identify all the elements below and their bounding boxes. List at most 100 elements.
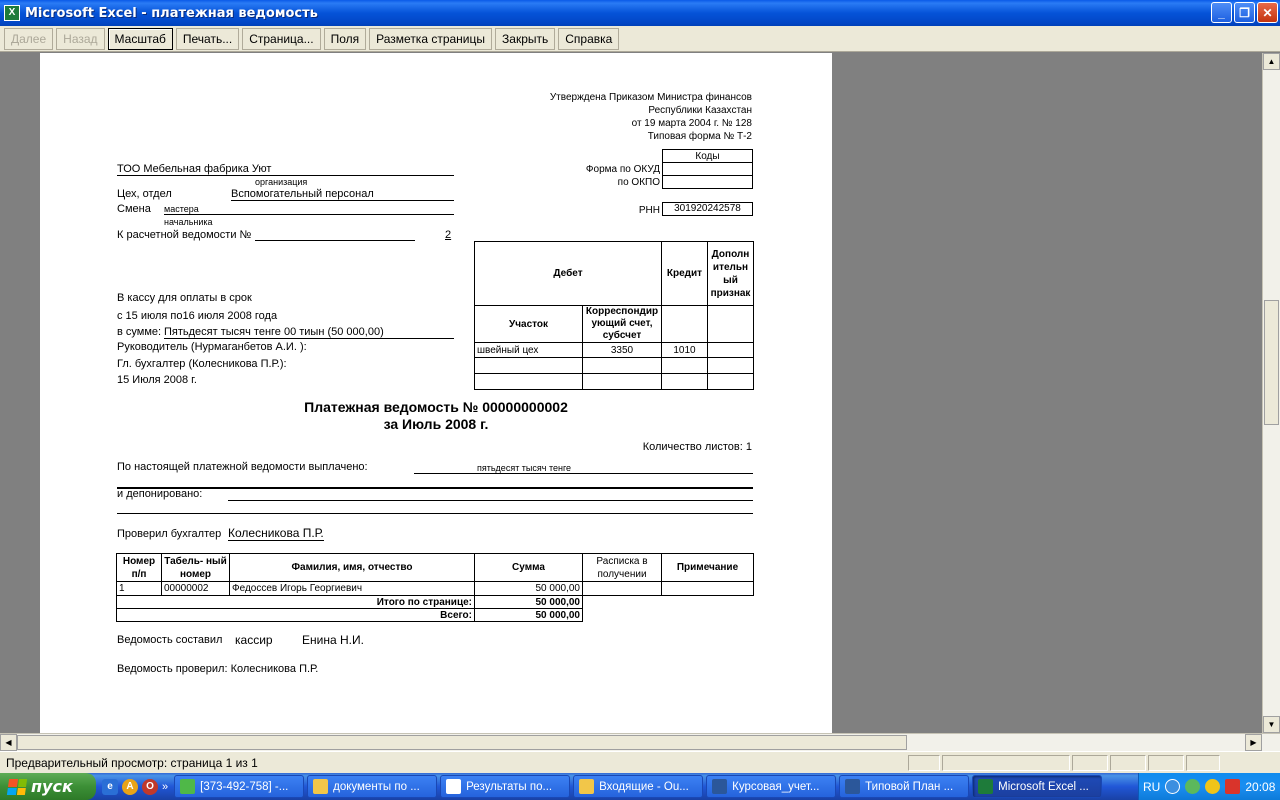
preview-area: Утверждена Приказом Министра финансов Ре…	[0, 53, 1262, 733]
section-value: швейный цех	[474, 342, 583, 358]
head-label: Руководитель (Нурмаганбетов А.И. ):	[117, 341, 307, 353]
task-app-icon	[579, 779, 595, 794]
credit-sub-cell	[661, 305, 708, 343]
doc-title-line1: Платежная ведомость № 00000000002	[304, 399, 568, 415]
task-app-icon	[180, 779, 196, 794]
composed-role: кассир	[235, 633, 273, 647]
deposited-label: и депонировано:	[117, 488, 203, 500]
status-text: Предварительный просмотр: страница 1 из …	[6, 755, 258, 770]
taskbar-button[interactable]: документы по ...	[307, 775, 438, 798]
scroll-down-arrow-icon[interactable]: ▼	[1263, 716, 1280, 733]
period: с 15 июля по16 июля 2008 года	[117, 310, 278, 322]
checked-value: Колесникова П.Р.	[228, 526, 324, 541]
print-button[interactable]: Печать...	[175, 27, 240, 50]
codes-table: Коды	[662, 149, 753, 189]
task-app-icon	[446, 779, 462, 794]
windows-logo-icon	[6, 778, 28, 795]
task-app-icon	[313, 779, 329, 794]
okpo-cell	[662, 175, 753, 189]
antivirus-icon[interactable]	[1225, 779, 1241, 794]
close-window-button[interactable]: ✕	[1257, 2, 1278, 23]
doc-date: 15 Июля 2008 г.	[117, 374, 197, 386]
org-caption: организация	[255, 177, 308, 187]
quick-launch: e A O »	[96, 773, 174, 800]
rnn-label: РНН	[638, 205, 660, 216]
approval-block: Утверждена Приказом Министра финансов Ре…	[550, 91, 752, 143]
task-app-icon	[845, 779, 861, 794]
scroll-right-arrow-icon[interactable]: ▶	[1245, 734, 1262, 751]
page-break-preview-button[interactable]: Разметка страницы	[369, 27, 493, 50]
okud-cell	[662, 162, 753, 176]
taskbar-button[interactable]: Курсовая_учет...	[706, 775, 837, 798]
start-button[interactable]: пуск	[0, 773, 96, 800]
col-header: Примечание	[661, 553, 754, 582]
task-label: документы по ...	[333, 780, 420, 793]
rule	[228, 500, 753, 501]
col-header: Сумма	[474, 553, 583, 582]
scroll-left-arrow-icon[interactable]: ◀	[0, 734, 17, 751]
zoom-button[interactable]: Масштаб	[107, 27, 173, 50]
horizontal-scroll-thumb[interactable]	[17, 735, 907, 750]
language-indicator[interactable]: RU	[1143, 780, 1160, 794]
help-button[interactable]: Справка	[558, 27, 620, 50]
taskbar-button[interactable]: Результаты по...	[440, 775, 571, 798]
page-total-value: 50 000,00	[474, 595, 583, 609]
sum-label: в сумме:	[117, 326, 162, 338]
margins-button[interactable]: Поля	[323, 27, 367, 50]
verified-label: Ведомость проверил: Колесникова П.Р.	[117, 663, 319, 675]
corr-value: 3350	[582, 342, 662, 358]
cell-receipt	[582, 581, 662, 596]
task-label: Результаты по...	[466, 780, 553, 793]
extra-value	[707, 342, 754, 358]
opera-icon[interactable]: O	[142, 778, 158, 795]
shift-label: Смена	[117, 203, 151, 215]
total-value: 50 000,00	[474, 608, 583, 622]
task-label: Типовой План ...	[865, 780, 954, 793]
org-rule	[117, 175, 454, 176]
cell-tab: 00000002	[161, 581, 230, 596]
taskbar-button[interactable]: Входящие - Ou...	[573, 775, 704, 798]
checked-label: Проверил бухгалтер	[117, 528, 222, 540]
status-cell	[1186, 754, 1220, 771]
shift-chief: начальника	[164, 217, 213, 227]
excel-app-icon[interactable]: X	[4, 5, 20, 21]
aim-icon[interactable]: A	[122, 778, 138, 795]
next-button[interactable]: Далее	[4, 27, 54, 50]
approval-line: Республики Казахстан	[648, 105, 752, 116]
status-cell	[1110, 754, 1146, 771]
taskbar-button[interactable]: Типовой План ...	[839, 775, 970, 798]
page-total-label: Итого по странице:	[116, 595, 475, 609]
shift-master: мастера	[164, 204, 454, 215]
ie-icon[interactable]: e	[102, 778, 118, 795]
close-preview-button[interactable]: Закрыть	[495, 27, 556, 50]
taskbar-button[interactable]: Microsoft Excel ...	[972, 775, 1103, 798]
scroll-up-arrow-icon[interactable]: ▲	[1263, 53, 1280, 70]
rule	[117, 487, 753, 489]
doc-title: Платежная ведомость № 00000000002 за Июл…	[40, 399, 832, 433]
okud-label: Форма по ОКУД	[585, 164, 660, 175]
taskbar-button[interactable]: [373-492-758] -...	[174, 775, 305, 798]
restore-button[interactable]: ❐	[1234, 2, 1255, 23]
minimize-button[interactable]: _	[1211, 2, 1232, 23]
vertical-scrollbar[interactable]: ▲ ▼	[1262, 53, 1280, 733]
messenger-icon[interactable]	[1205, 779, 1221, 794]
network-icon[interactable]	[1185, 779, 1201, 794]
cell-name: Федоссев Игорь Георгиевич	[229, 581, 475, 596]
approval-line: Типовая форма № Т-2	[647, 131, 752, 142]
quick-launch-more-icon[interactable]: »	[162, 781, 168, 793]
back-button[interactable]: Назад	[56, 27, 105, 50]
print-page[interactable]: Утверждена Приказом Министра финансов Ре…	[40, 53, 832, 733]
approval-line: Утверждена Приказом Министра финансов	[549, 92, 752, 103]
clock: 20:08	[1245, 779, 1276, 794]
paid-label: По настоящей платежной ведомости выплаче…	[117, 461, 368, 473]
horizontal-scrollbar[interactable]: ◀ ▶	[0, 733, 1280, 751]
task-label: [373-492-758] -...	[200, 780, 289, 793]
payroll-table: Номер п/п Табель- ный номер Фамилия, имя…	[116, 553, 754, 622]
rule	[117, 513, 753, 514]
page-setup-button[interactable]: Страница...	[242, 27, 321, 50]
tray-arrow-icon[interactable]	[1165, 779, 1181, 794]
dept-value: Вспомогательный персонал	[231, 188, 454, 201]
title-bar: X Microsoft Excel - платежная ведомость …	[0, 0, 1280, 26]
col-header: Табель- ный номер	[161, 553, 230, 582]
vertical-scroll-thumb[interactable]	[1264, 300, 1279, 425]
